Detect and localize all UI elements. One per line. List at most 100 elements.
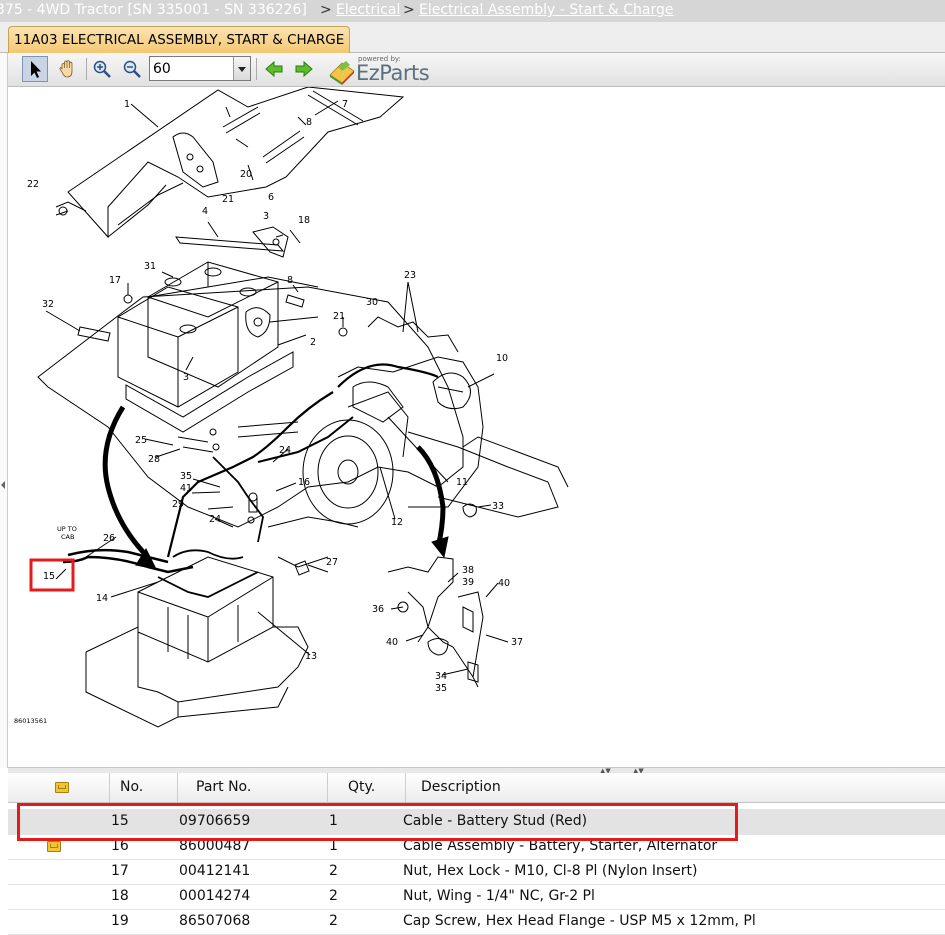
zoom-level-input[interactable] [150,57,235,80]
cell-part-no: 00412141 [179,863,251,879]
arrow-left-icon [265,60,283,78]
callout[interactable]: 38 [462,565,474,576]
table-row[interactable]: 17 00412141 2 Nut, Hex Lock - M10, Cl-8 Pl … [8,859,945,885]
cart-icon [55,782,69,793]
up-to-cab-label: UP TO [57,525,77,533]
up-to-cab-label: CAB [61,533,74,541]
callout[interactable]: 24 [279,445,291,456]
pan-tool-button[interactable] [54,56,80,82]
logo-name: EzParts [356,61,430,85]
callout[interactable]: 14 [96,593,108,604]
callout[interactable]: 7 [342,99,348,110]
breadcrumb-link-electrical[interactable]: Electrical [336,2,400,18]
callout[interactable]: 8 [287,275,293,286]
selected-row-highlight [17,803,738,841]
left-collapse-handle[interactable] [0,53,8,768]
column-qty[interactable]: Qty. [328,773,406,802]
toolbar-divider [256,58,257,80]
callout[interactable]: 8 [306,117,312,128]
callout[interactable]: 12 [391,517,403,528]
callout[interactable]: 35 [435,683,447,694]
cell-qty: 2 [329,888,338,904]
callout[interactable]: 40 [386,637,398,648]
zoom-combobox[interactable] [149,56,251,81]
callout[interactable]: 35 [180,471,192,482]
cell-no: 18 [111,888,129,904]
breadcrumb-link-current-page[interactable]: Electrical Assembly - Start & Charge [419,2,673,18]
breadcrumb-separator: > [403,2,415,18]
exploded-view-drawing: 1 22 21 20 6 7 8 3 18 4 17 31 8 32 21 2 … [14,86,569,728]
callout[interactable]: 32 [42,299,54,310]
callout-15[interactable]: 15 [43,571,55,582]
callout[interactable]: 41 [180,483,192,494]
callout[interactable]: 40 [498,578,510,589]
callout[interactable]: 18 [298,215,310,226]
callout[interactable]: 29 [172,499,184,510]
select-tool-button[interactable] [22,56,48,82]
callout[interactable]: 28 [148,454,160,465]
callout[interactable]: 3 [183,372,189,383]
callout[interactable]: 10 [496,353,508,364]
parts-diagram[interactable]: 1 22 21 20 6 7 8 3 18 4 17 31 8 32 21 2 … [8,86,945,767]
callout[interactable]: 22 [27,179,39,190]
toolbar-divider [86,58,87,80]
callout[interactable]: 1 [124,99,130,110]
callout[interactable]: 36 [372,604,384,615]
callout[interactable]: 31 [144,261,156,272]
column-part-no[interactable]: Part No. [178,773,328,802]
column-description[interactable]: Description [406,773,945,802]
callout[interactable]: 17 [109,275,121,286]
breadcrumb-model: 375 - 4WD Tractor [SN 335001 - SN 336226… [0,2,307,18]
callout[interactable]: 2 [310,337,316,348]
callout[interactable]: 33 [492,501,504,512]
parts-table-header: No. Part No. Qty. Description [8,773,945,803]
breadcrumb: 375 - 4WD Tractor [SN 335001 - SN 336226… [0,0,945,22]
zoom-out-button[interactable] [119,56,145,82]
callout[interactable]: 25 [135,435,147,446]
tab-strip: 11A03 ELECTRICAL ASSEMBLY, START & CHARG… [0,22,945,53]
collapse-left-icon [1,481,5,489]
callout[interactable]: 4 [202,206,208,217]
callout[interactable]: 11 [456,477,468,488]
cell-part-no: 00014274 [179,888,251,904]
cell-description: Nut, Hex Lock - M10, Cl-8 Pl (Nylon Inse… [403,863,698,879]
add-to-cart-icon[interactable] [47,841,61,852]
select-arrow-icon [31,61,41,78]
callout[interactable]: 3 [263,211,269,222]
callout[interactable]: 37 [511,637,523,648]
back-button[interactable] [261,56,287,82]
table-row[interactable]: 19 86507068 2 Cap Screw, Hex Head Flange - … [8,909,945,935]
tab-electrical-assembly[interactable]: 11A03 ELECTRICAL ASSEMBLY, START & CHARG… [8,26,351,53]
arrow-right-icon [295,60,313,78]
callout[interactable]: 26 [103,533,115,544]
forward-button[interactable] [291,56,317,82]
callout[interactable]: 30 [366,297,378,308]
parts-table: No. Part No. Qty. Description 15 09706659… [8,773,945,935]
callout[interactable]: 39 [462,577,474,588]
cell-qty: 2 [329,913,338,929]
column-cart[interactable] [8,773,110,802]
callout[interactable]: 27 [326,557,338,568]
cell-no: 19 [111,913,129,929]
callout[interactable]: 20 [240,169,252,180]
callout[interactable]: 13 [305,651,317,662]
callout[interactable]: 34 [435,671,447,682]
cell-no: 17 [111,863,129,879]
table-row[interactable]: 18 00014274 2 Nut, Wing - 1/4" NC, Gr-2 Pl [8,884,945,910]
zoom-dropdown-button[interactable] [233,57,250,80]
callout[interactable]: 21 [222,194,234,205]
column-no[interactable]: No. [110,773,178,802]
cell-part-no: 86507068 [179,913,251,929]
callout[interactable]: 6 [268,192,274,203]
callout[interactable]: 24 [209,514,221,525]
callout[interactable]: 21 [333,311,345,322]
ezparts-logo-icon [329,61,355,85]
zoom-out-icon [123,60,141,78]
breadcrumb-separator: > [320,2,332,18]
callout[interactable]: 16 [298,477,310,488]
hand-pan-icon [59,60,73,78]
callout[interactable]: 23 [404,270,416,281]
zoom-in-button[interactable] [89,56,115,82]
cell-description: Nut, Wing - 1/4" NC, Gr-2 Pl [403,888,595,904]
cell-qty: 2 [329,863,338,879]
